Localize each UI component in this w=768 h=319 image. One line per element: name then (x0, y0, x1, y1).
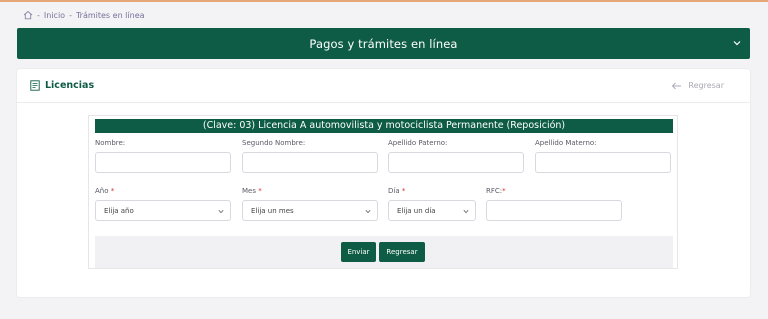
banner-title: Pagos y trámites en línea (309, 36, 458, 51)
anio-label-text: Año (95, 187, 109, 195)
chevron-down-icon (463, 209, 469, 214)
breadcrumb-item-tramites[interactable]: Trámites en línea (76, 11, 145, 20)
document-icon (30, 80, 40, 91)
rfc-label-text: RFC: (486, 187, 503, 195)
arrow-left-icon (672, 82, 682, 89)
section-banner[interactable]: Pagos y trámites en línea (17, 28, 750, 59)
dia-select[interactable]: Elija un día (388, 200, 476, 221)
breadcrumb-item-inicio[interactable]: Inicio (44, 11, 65, 20)
segundo-nombre-label: Segundo Nombre: (242, 139, 306, 147)
mes-label: Mes * (242, 187, 262, 195)
apellido-paterno-label: Apellido Paterno: (388, 139, 448, 147)
licencias-card: Licencias Regresar (Clave: 03) Licencia … (17, 69, 750, 297)
required-mark: * (502, 187, 506, 195)
licencia-form: (Clave: 03) Licencia A automovilista y m… (88, 115, 678, 269)
rfc-label: RFC:* (486, 187, 506, 195)
form-footer: Enviar Regresar (95, 236, 673, 268)
apellido-materno-input[interactable] (535, 152, 671, 173)
regresar-button[interactable]: Regresar (379, 242, 425, 262)
dia-label-text: Día (388, 187, 400, 195)
anio-select[interactable]: Elija año (95, 200, 231, 221)
apellido-materno-label: Apellido Materno: (535, 139, 597, 147)
card-header: Licencias Regresar (17, 69, 750, 103)
required-mark: * (401, 187, 406, 195)
nombre-label: Nombre: (95, 139, 126, 147)
breadcrumb: - Inicio - Trámites en línea (23, 10, 145, 20)
card-title-text: Licencias (45, 80, 95, 91)
mes-label-text: Mes (242, 187, 256, 195)
breadcrumb-separator: - (37, 10, 40, 20)
dia-selected: Elija un día (397, 206, 436, 215)
rfc-input[interactable] (486, 200, 622, 221)
breadcrumb-separator: - (69, 10, 72, 20)
mes-select[interactable]: Elija un mes (242, 200, 378, 221)
chevron-down-icon (365, 209, 371, 214)
back-link[interactable]: Regresar (671, 81, 724, 90)
chevron-down-icon[interactable] (732, 38, 742, 48)
chevron-down-icon (218, 209, 224, 214)
enviar-button[interactable]: Enviar (341, 242, 376, 262)
anio-selected: Elija año (104, 206, 134, 215)
apellido-paterno-input[interactable] (388, 152, 524, 173)
form-heading: (Clave: 03) Licencia A automovilista y m… (95, 119, 673, 133)
nombre-input[interactable] (95, 152, 231, 173)
required-mark: * (110, 187, 115, 195)
anio-label: Año * (95, 187, 114, 195)
dia-label: Día * (388, 187, 405, 195)
segundo-nombre-input[interactable] (242, 152, 378, 173)
card-title: Licencias (30, 80, 94, 91)
required-mark: * (258, 187, 262, 195)
home-icon[interactable] (23, 10, 33, 20)
mes-selected: Elija un mes (251, 206, 294, 215)
back-link-label: Regresar (688, 81, 724, 90)
